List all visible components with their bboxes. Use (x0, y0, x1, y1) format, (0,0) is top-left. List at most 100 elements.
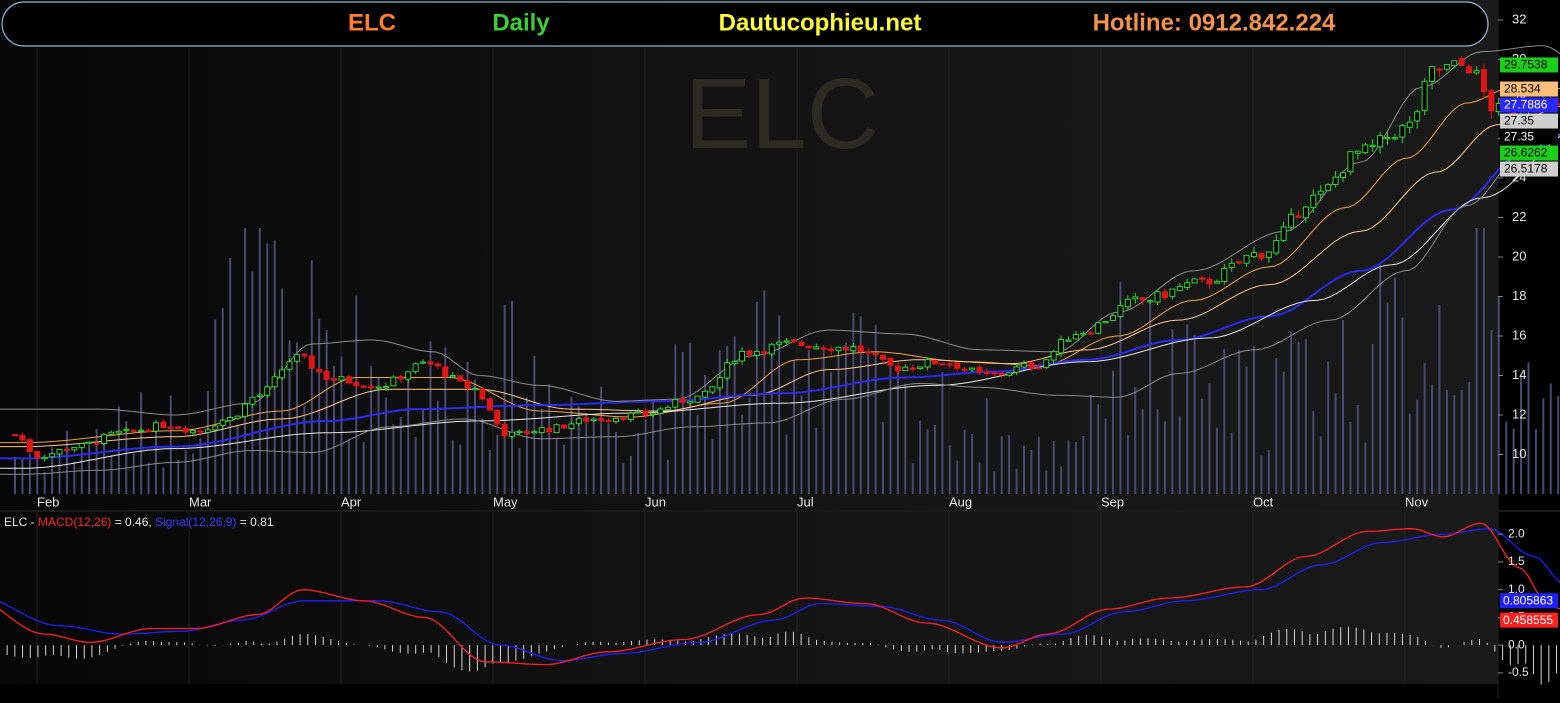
candle-body (970, 368, 975, 370)
price-tag-label: 27.7886 (1504, 98, 1548, 112)
candle-body (732, 362, 737, 364)
candle-body (754, 351, 759, 355)
candle-body (984, 372, 989, 373)
candle-body (1370, 145, 1375, 146)
candle-body (613, 418, 618, 421)
candle-body (688, 401, 693, 403)
macd-tag-label: 0.458555 (1503, 613, 1553, 627)
candle-body (176, 427, 181, 429)
header-period: Daily (492, 9, 550, 36)
candle-body (1014, 367, 1019, 372)
candle-body (35, 451, 40, 458)
candle-body (1392, 138, 1397, 139)
month-label: Oct (1253, 494, 1274, 509)
candle-body (866, 352, 871, 353)
candle-body (784, 341, 789, 342)
candle-body (139, 430, 144, 431)
candle-body (27, 440, 32, 452)
candle-body (1452, 61, 1457, 66)
candle-body (1051, 352, 1056, 360)
candle-body (725, 363, 730, 378)
candle-body (1133, 297, 1138, 299)
candle-body (480, 389, 485, 399)
candle-body (1430, 67, 1435, 82)
candle-body (421, 362, 426, 363)
candle-body (391, 377, 396, 386)
macd-panel (0, 512, 1498, 684)
candle-body (1355, 151, 1360, 153)
candle-body (1125, 299, 1130, 306)
candle-body (539, 428, 544, 433)
candle-body (747, 351, 752, 354)
candle-body (1266, 252, 1271, 258)
candle-body (42, 458, 47, 459)
candle-body (1185, 283, 1190, 288)
candle-body (710, 387, 715, 392)
candle-body (1036, 368, 1041, 369)
candle-body (472, 388, 477, 389)
candle-body (242, 404, 247, 416)
candle-body (153, 423, 158, 431)
candle-body (806, 346, 811, 348)
candle-body (762, 352, 767, 353)
candle-body (1148, 301, 1153, 302)
candle-body (903, 367, 908, 370)
candle-body (1348, 152, 1353, 172)
candle-body (1274, 240, 1279, 253)
candle-body (1118, 306, 1123, 317)
candle-body (695, 396, 700, 402)
candle-body (428, 362, 433, 364)
candle-body (510, 432, 515, 436)
price-tick-label: 20 (1512, 248, 1526, 263)
candle-body (636, 412, 641, 413)
candle-body (1207, 279, 1212, 284)
candle-body (87, 442, 92, 443)
candle-body (1422, 81, 1427, 110)
candle-body (94, 443, 99, 444)
candle-body (1326, 185, 1331, 191)
candle-body (895, 366, 900, 371)
candle-body (332, 379, 337, 381)
price-axis: 323028262422201816141210 (1498, 11, 1526, 461)
price-tag-label: 26.6262 (1504, 146, 1548, 160)
macd-tick-label: 2.0 (1508, 526, 1525, 540)
candle-body (1066, 340, 1071, 341)
month-label: Jul (797, 494, 814, 509)
price-tick-label: 32 (1512, 11, 1526, 26)
candle-body (1222, 269, 1227, 282)
candle-body (265, 387, 270, 395)
candle-body (829, 349, 834, 351)
candle-body (881, 355, 886, 359)
candle-body (606, 421, 611, 422)
candle-body (665, 407, 670, 409)
candle-body (257, 395, 262, 396)
candle-body (361, 386, 366, 387)
candle-body (272, 377, 277, 387)
candle-body (777, 342, 782, 344)
candle-body (717, 378, 722, 388)
candle-body (932, 361, 937, 364)
candle-body (1378, 136, 1383, 147)
candle-body (213, 426, 218, 430)
candle-body (591, 419, 596, 420)
candle-body (524, 431, 529, 433)
candle-body (1044, 360, 1049, 368)
month-label: Feb (37, 494, 59, 509)
candle-body (50, 454, 55, 457)
candle-body (1481, 70, 1486, 92)
candle-body (680, 399, 685, 402)
candle-body (302, 354, 307, 356)
candle-body (576, 418, 581, 423)
candle-body (977, 368, 982, 372)
candle-body (1162, 292, 1167, 298)
candle-body (346, 377, 351, 383)
candle-body (1415, 112, 1420, 121)
candle-body (228, 418, 233, 421)
candle-body (532, 432, 537, 433)
candle-body (947, 364, 952, 365)
price-tick-label: 16 (1512, 327, 1526, 342)
candle-body (1467, 67, 1472, 73)
candle-body (599, 419, 604, 421)
macd-legend-macd-value: = 0.46, (111, 515, 155, 529)
candle-body (821, 348, 826, 349)
